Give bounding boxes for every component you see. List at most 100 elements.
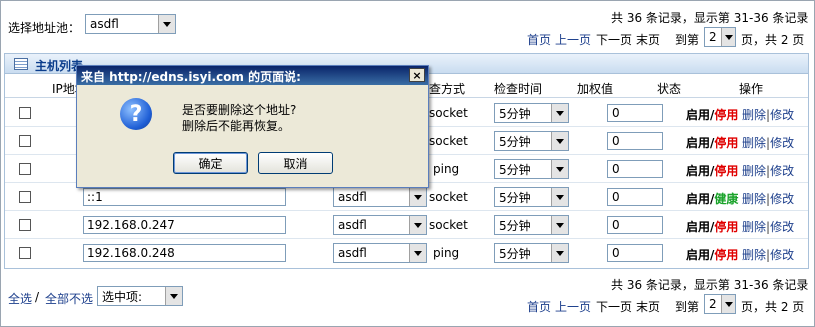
row-checkbox[interactable] <box>19 163 31 175</box>
status-enable-label[interactable]: 启用 <box>686 108 710 122</box>
pager-next-bottom: 下一页 <box>596 300 633 314</box>
col-interval: 检查时间 <box>494 82 543 96</box>
weight-input[interactable]: 0 <box>607 160 663 178</box>
chevron-down-icon <box>409 244 426 262</box>
interval-select[interactable]: 5分钟 <box>494 215 569 235</box>
edit-link[interactable]: 修改 <box>770 136 794 150</box>
edit-link[interactable]: 修改 <box>770 164 794 178</box>
interval-select[interactable]: 5分钟 <box>494 131 569 151</box>
interval-value: 5分钟 <box>499 246 531 261</box>
weight-input[interactable]: 0 <box>607 244 663 262</box>
chevron-down-icon <box>551 104 568 122</box>
chevron-down-icon <box>551 132 568 150</box>
pager-last-bottom: 末页 <box>636 300 661 314</box>
status-enable-label[interactable]: 启用 <box>686 248 710 262</box>
status-enable-label[interactable]: 启用 <box>686 220 710 234</box>
delete-link[interactable]: 删除 <box>742 248 766 262</box>
goto-suffix-bottom: 页，共 2 页 <box>741 300 805 314</box>
pager-last-top: 末页 <box>636 33 661 47</box>
bulk-action-select[interactable]: 选中项: <box>97 286 183 306</box>
row-checkbox[interactable] <box>19 191 31 203</box>
page-select-bottom-value: 2 <box>709 297 717 311</box>
record-summary-bottom: 共 36 条记录，显示第 31-36 条记录 <box>611 278 809 292</box>
pool-row-select[interactable]: asdfl <box>333 215 427 235</box>
row-status: 启用/停用 <box>686 248 739 262</box>
delete-link[interactable]: 删除 <box>742 136 766 150</box>
row-status: 启用/停用 <box>686 108 739 122</box>
row-ops: 删除|修改 <box>742 220 795 234</box>
pool-row-value: asdfl <box>338 246 367 260</box>
status-disable-label[interactable]: 停用 <box>714 220 738 234</box>
pool-row-select[interactable]: asdfl <box>333 243 427 263</box>
delete-link[interactable]: 删除 <box>742 108 766 122</box>
close-icon[interactable]: × <box>409 68 425 82</box>
edit-link[interactable]: 修改 <box>770 220 794 234</box>
pool-row-select[interactable]: asdfl <box>333 187 427 207</box>
status-disable-label[interactable]: 停用 <box>714 164 738 178</box>
ok-button[interactable]: 确定 <box>173 152 248 174</box>
cancel-button[interactable]: 取消 <box>258 152 333 174</box>
row-checkbox[interactable] <box>19 135 31 147</box>
chevron-down-icon <box>165 287 182 305</box>
status-enable-label[interactable]: 启用 <box>686 164 710 178</box>
col-ops: 操作 <box>739 82 764 96</box>
status-disable-label[interactable]: 停用 <box>714 248 738 262</box>
status-enable-label[interactable]: 启用 <box>686 136 710 150</box>
interval-value: 5分钟 <box>499 190 531 205</box>
interval-value: 5分钟 <box>499 162 531 177</box>
row-status: 启用/停用 <box>686 220 739 234</box>
deselect-all-link[interactable]: 全部不选 <box>45 290 93 307</box>
dialog-title: 来自 http://edns.isyi.com 的页面说: <box>81 70 301 84</box>
col-status: 状态 <box>657 82 682 96</box>
table-icon <box>14 58 28 70</box>
row-status: 启用/健康 <box>686 192 739 206</box>
edit-link[interactable]: 修改 <box>770 248 794 262</box>
row-checkbox[interactable] <box>19 219 31 231</box>
edit-link[interactable]: 修改 <box>770 108 794 122</box>
weight-input[interactable]: 0 <box>607 216 663 234</box>
delete-link[interactable]: 删除 <box>742 220 766 234</box>
pager-first-top[interactable]: 首页 <box>527 31 551 48</box>
delete-link[interactable]: 删除 <box>742 192 766 206</box>
row-method: socket <box>429 190 468 204</box>
row-method: ping <box>433 246 460 260</box>
interval-select[interactable]: 5分钟 <box>494 187 569 207</box>
page-select-top[interactable]: 2 <box>704 27 736 47</box>
status-disable-label[interactable]: 停用 <box>714 136 738 150</box>
ip-input[interactable]: ::1 <box>83 188 286 206</box>
row-checkbox[interactable] <box>19 247 31 259</box>
pool-select[interactable]: asdfl <box>85 14 176 34</box>
status-healthy-label[interactable]: 健康 <box>714 192 738 206</box>
ip-input[interactable]: 192.168.0.247 <box>83 216 286 234</box>
weight-input[interactable]: 0 <box>607 188 663 206</box>
row-method: socket <box>429 218 468 232</box>
pager-next-top: 下一页 <box>596 33 633 47</box>
row-ops: 删除|修改 <box>742 192 795 206</box>
goto-suffix-top: 页，共 2 页 <box>741 33 805 47</box>
pager-prev-bottom[interactable]: 上一页 <box>555 298 591 315</box>
row-ops: 删除|修改 <box>742 164 795 178</box>
interval-select[interactable]: 5分钟 <box>494 159 569 179</box>
edit-link[interactable]: 修改 <box>770 192 794 206</box>
row-checkbox[interactable] <box>19 107 31 119</box>
pool-row-value: asdfl <box>338 218 367 232</box>
ip-input[interactable]: 192.168.0.248 <box>83 244 286 262</box>
status-disable-label[interactable]: 停用 <box>714 108 738 122</box>
page-select-bottom[interactable]: 2 <box>704 294 736 314</box>
dialog-titlebar[interactable]: 来自 http://edns.isyi.com 的页面说: <box>77 66 428 85</box>
chevron-down-icon <box>551 216 568 234</box>
select-all-link[interactable]: 全选 <box>8 290 32 307</box>
interval-select[interactable]: 5分钟 <box>494 243 569 263</box>
status-enable-label[interactable]: 启用 <box>686 192 710 206</box>
record-summary-top: 共 36 条记录，显示第 31-36 条记录 <box>611 11 809 25</box>
chevron-down-icon <box>409 188 426 206</box>
row-status: 启用/停用 <box>686 136 739 150</box>
pager-first-bottom[interactable]: 首页 <box>527 298 551 315</box>
confirm-dialog: 来自 http://edns.isyi.com 的页面说: × ? 是否要删除这… <box>76 65 429 188</box>
delete-link[interactable]: 删除 <box>742 164 766 178</box>
pager-prev-top[interactable]: 上一页 <box>555 31 591 48</box>
interval-select[interactable]: 5分钟 <box>494 103 569 123</box>
weight-input[interactable]: 0 <box>607 132 663 150</box>
weight-input[interactable]: 0 <box>607 104 663 122</box>
chevron-down-icon <box>721 295 735 313</box>
